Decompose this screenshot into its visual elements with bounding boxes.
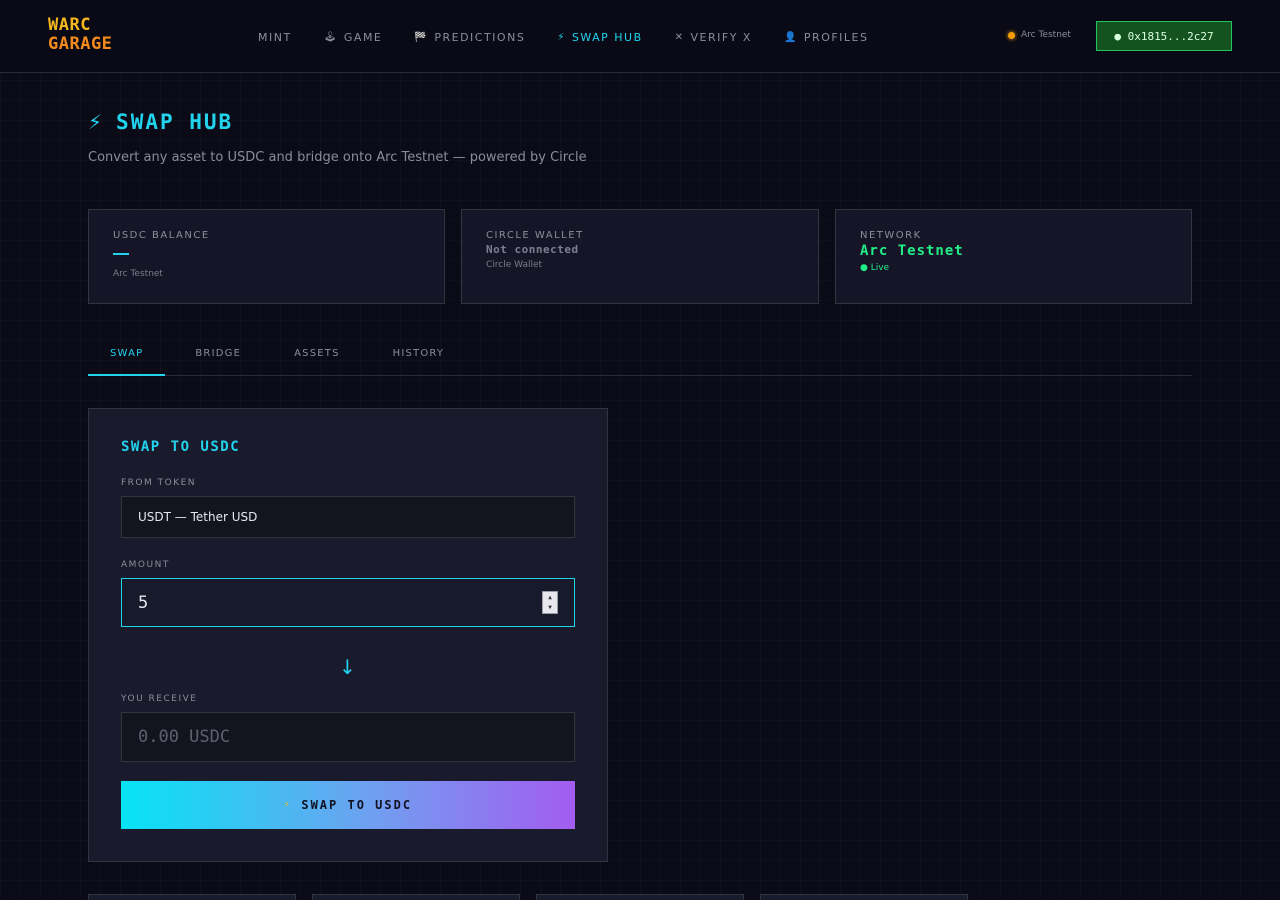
amount-stepper[interactable]: ▲ ▼ xyxy=(542,591,558,614)
tab-swap[interactable]: SWAP xyxy=(88,336,166,376)
main-nav: MINT 🕹 GAME 🏁 PREDICTIONS ⚡ SWAP HUB ✕ V… xyxy=(258,29,901,45)
bottom-card xyxy=(312,894,520,900)
from-token-label: FROM TOKEN xyxy=(121,478,197,488)
nav-label: SWAP HUB xyxy=(571,30,643,44)
circle-wallet-card: CIRCLE WALLET Not connected Circle Walle… xyxy=(461,209,819,304)
arrow-down-icon: ↓ xyxy=(339,655,356,679)
logo-line-1: WARC xyxy=(48,15,91,35)
nav-label: VERIFY X xyxy=(690,30,752,44)
page-subtitle: Convert any asset to USDC and bridge ont… xyxy=(88,150,587,165)
swap-hub-tabs: SWAP BRIDGE ASSETS HISTORY xyxy=(88,336,1192,376)
nav-label: PROFILES xyxy=(803,30,869,44)
swap-panel-title: SWAP TO USDC xyxy=(121,439,241,455)
nav-item-verify-x[interactable]: ✕ VERIFY X xyxy=(675,29,752,45)
lightning-icon: ⚡ xyxy=(88,110,103,134)
network-card: NETWORK Arc Testnet ● Live xyxy=(835,209,1192,304)
you-receive-label: YOU RECEIVE xyxy=(121,694,198,704)
bottom-card xyxy=(88,894,296,900)
top-navigation-bar: WARC GARAGE MINT 🕹 GAME 🏁 PREDICTIONS ⚡ … xyxy=(0,0,1280,73)
swap-to-usdc-button[interactable]: ⚡ SWAP TO USDC xyxy=(121,781,575,829)
from-token-select[interactable]: USDT — Tether USD xyxy=(121,496,575,538)
nav-item-mint[interactable]: MINT xyxy=(258,29,292,45)
page-title-text: SWAP HUB xyxy=(116,110,234,134)
nav-label: MINT xyxy=(258,30,292,44)
amount-label: AMOUNT xyxy=(121,560,170,570)
checkered-flag-icon: 🏁 xyxy=(414,31,429,43)
joystick-icon: 🕹 xyxy=(323,31,338,43)
usdc-balance-label: USDC BALANCE xyxy=(113,230,210,241)
network-indicator-label: Arc Testnet xyxy=(1021,30,1071,40)
x-logo-icon: ✕ xyxy=(674,31,685,43)
network-live-status: ● Live xyxy=(860,263,890,273)
network-status-dot-icon xyxy=(1008,31,1015,39)
swap-panel: SWAP TO USDC FROM TOKEN USDT — Tether US… xyxy=(88,408,608,862)
bottom-card xyxy=(536,894,744,900)
nav-item-profiles[interactable]: 👤 PROFILES xyxy=(784,29,869,45)
stepper-down-icon[interactable]: ▼ xyxy=(548,604,552,611)
swap-button-label: SWAP TO USDC xyxy=(301,798,413,812)
nav-label: GAME xyxy=(343,30,383,44)
usdc-balance-card: USDC BALANCE Arc Testnet xyxy=(88,209,445,304)
app-logo[interactable]: WARC GARAGE xyxy=(48,16,112,54)
bottom-card xyxy=(760,894,968,900)
network-name: Arc Testnet xyxy=(860,243,964,259)
wallet-address-button[interactable]: ● 0x1815...2c27 xyxy=(1096,21,1232,51)
network-indicator: Arc Testnet xyxy=(1008,30,1071,40)
nav-item-swap-hub[interactable]: ⚡ SWAP HUB xyxy=(557,29,642,45)
circle-wallet-sub: Circle Wallet xyxy=(486,260,543,270)
stepper-up-icon[interactable]: ▲ xyxy=(548,594,552,601)
lightning-icon: ⚡ xyxy=(557,31,566,43)
you-receive-value: 0.00 USDC xyxy=(138,727,231,747)
circle-wallet-status: Not connected xyxy=(486,243,579,256)
amount-value: 5 xyxy=(138,592,149,613)
you-receive-field: 0.00 USDC xyxy=(121,712,575,762)
page-title: ⚡ SWAP HUB xyxy=(88,110,233,134)
amount-input[interactable]: 5 ▲ ▼ xyxy=(121,578,575,627)
logo-line-2: GARAGE xyxy=(48,34,113,54)
user-icon: 👤 xyxy=(783,31,798,43)
nav-item-predictions[interactable]: 🏁 PREDICTIONS xyxy=(414,29,525,45)
circle-wallet-label: CIRCLE WALLET xyxy=(486,230,584,241)
tab-history[interactable]: HISTORY xyxy=(362,336,467,376)
lightning-icon: ⚡ xyxy=(283,800,292,810)
tab-assets[interactable]: ASSETS xyxy=(263,336,362,376)
usdc-balance-placeholder xyxy=(113,253,129,255)
from-token-value: USDT — Tether USD xyxy=(138,510,258,524)
nav-item-game[interactable]: 🕹 GAME xyxy=(324,29,383,45)
nav-label: PREDICTIONS xyxy=(434,30,526,44)
network-label: NETWORK xyxy=(860,230,922,241)
usdc-balance-network: Arc Testnet xyxy=(113,269,163,279)
tab-bridge[interactable]: BRIDGE xyxy=(165,336,263,376)
